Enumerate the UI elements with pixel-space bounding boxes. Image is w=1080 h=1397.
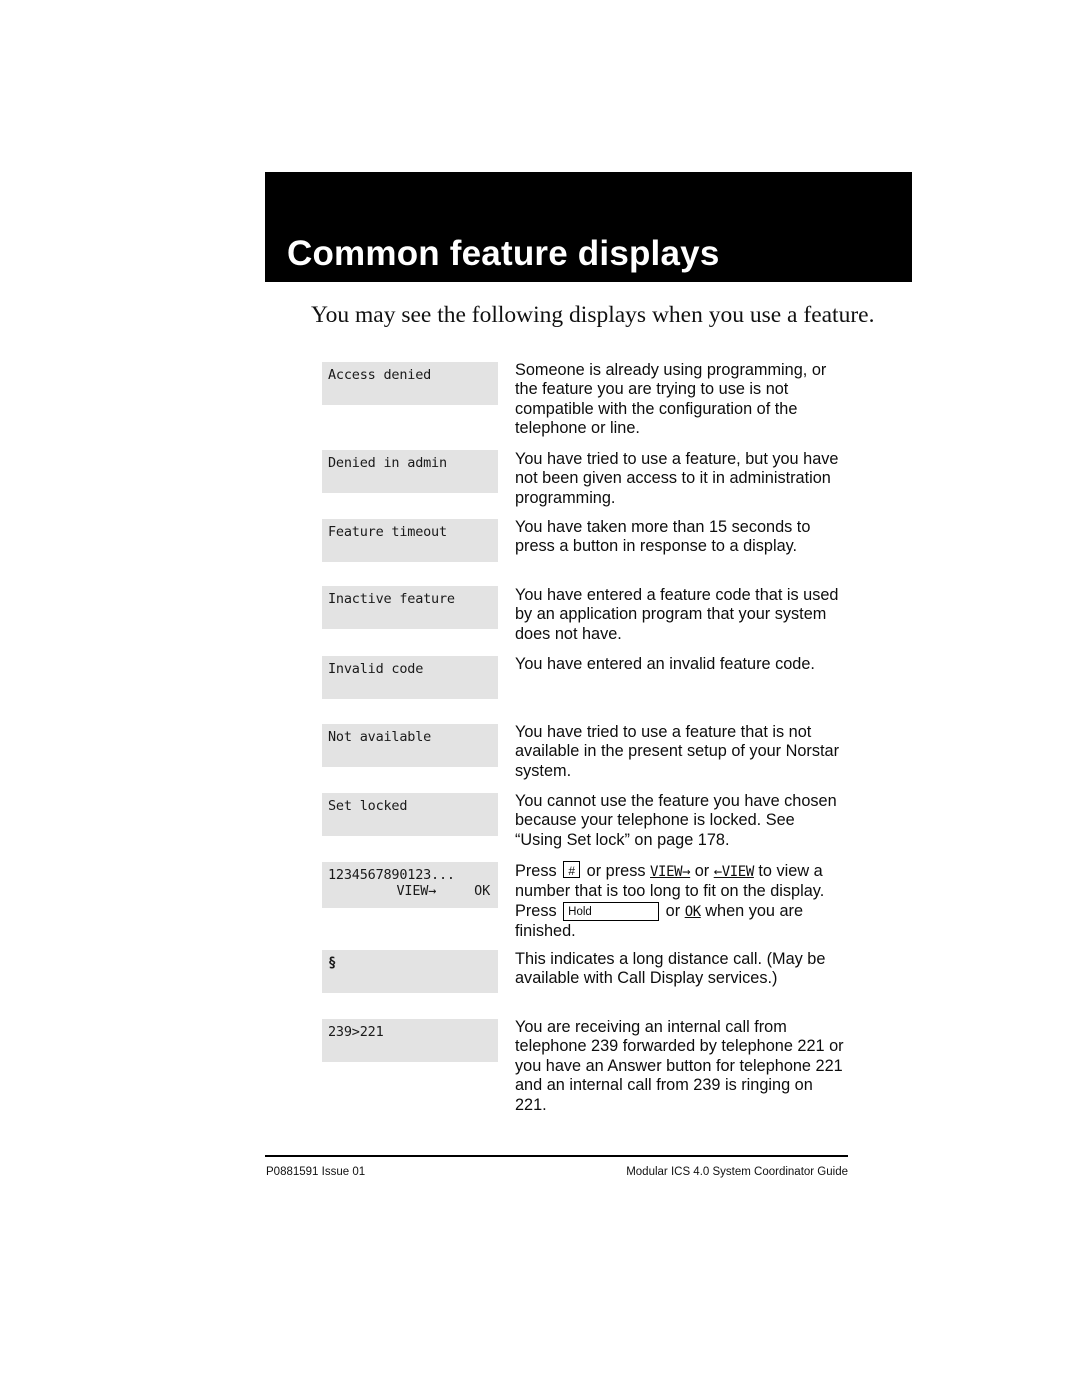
page-title: Common feature displays xyxy=(287,234,720,273)
display-description: You have tried to use a feature, but you… xyxy=(515,450,839,507)
desc-part-1: Press xyxy=(515,862,562,880)
display-description: You cannot use the feature you have chos… xyxy=(515,792,837,849)
pound-key-icon[interactable]: # xyxy=(563,861,581,878)
hold-key-icon[interactable]: Hold xyxy=(563,901,660,921)
lcd-display: § xyxy=(322,950,498,993)
softkey-ok[interactable]: OK xyxy=(474,883,490,899)
lcd-display-with-softkeys: 1234567890123... VIEW→ OK xyxy=(322,862,498,908)
lcd-line: Inactive feature xyxy=(328,591,455,607)
display-description: Someone is already using programming, or… xyxy=(515,361,827,438)
lcd-line: Access denied xyxy=(328,367,432,383)
desc-part-3: or xyxy=(690,862,714,880)
lcd-display: Feature timeout xyxy=(322,519,498,562)
page-title-banner: Common feature displays xyxy=(265,172,912,282)
lcd-line: Denied in admin xyxy=(328,455,447,471)
lcd-display: Inactive feature xyxy=(322,586,498,629)
lcd-display: Invalid code xyxy=(322,656,498,699)
manual-page: Common feature displays You may see the … xyxy=(0,0,1080,1397)
display-description: You have tried to use a feature that is … xyxy=(515,723,839,780)
long-distance-symbol-icon: § xyxy=(328,955,337,971)
display-description: You are receiving an internal call from … xyxy=(515,1018,844,1114)
softkey-ok-inline[interactable]: OK xyxy=(685,904,701,920)
lcd-display: Not available xyxy=(322,724,498,767)
lcd-line: 1234567890123... xyxy=(328,867,455,883)
footer-guide-title: Modular ICS 4.0 System Coordinator Guide xyxy=(626,1166,848,1178)
lcd-display: Access denied xyxy=(322,362,498,405)
display-description: You have taken more than 15 seconds to p… xyxy=(515,518,811,556)
lcd-softkey-row: VIEW→ OK xyxy=(328,883,492,899)
lcd-display: Set locked xyxy=(322,793,498,836)
lcd-line: Set locked xyxy=(328,798,408,814)
softkey-view-back-inline[interactable]: ←VIEW xyxy=(714,864,755,880)
desc-part-2: or press xyxy=(582,862,651,880)
desc-part-5: or xyxy=(661,901,685,920)
footer-document-id: P0881591 Issue 01 xyxy=(266,1166,366,1178)
lcd-display: Denied in admin xyxy=(322,450,498,493)
display-description: This indicates a long distance call. (Ma… xyxy=(515,950,826,988)
lcd-line: Invalid code xyxy=(328,661,424,677)
softkey-view-forward[interactable]: VIEW→ xyxy=(397,883,437,899)
lcd-display: 239>221 xyxy=(322,1019,498,1062)
lcd-line: 239>221 xyxy=(328,1024,384,1040)
intro-text: You may see the following displays when … xyxy=(311,302,875,328)
lcd-line: Feature timeout xyxy=(328,524,447,540)
display-description: You have entered a feature code that is … xyxy=(515,586,839,643)
lcd-line: Not available xyxy=(328,729,432,745)
display-description: Press # or press VIEW→ or ←VIEW to view … xyxy=(515,861,845,942)
display-description: You have entered an invalid feature code… xyxy=(515,655,815,673)
softkey-view-forward-inline[interactable]: VIEW→ xyxy=(650,864,691,880)
footer-divider xyxy=(265,1155,848,1157)
